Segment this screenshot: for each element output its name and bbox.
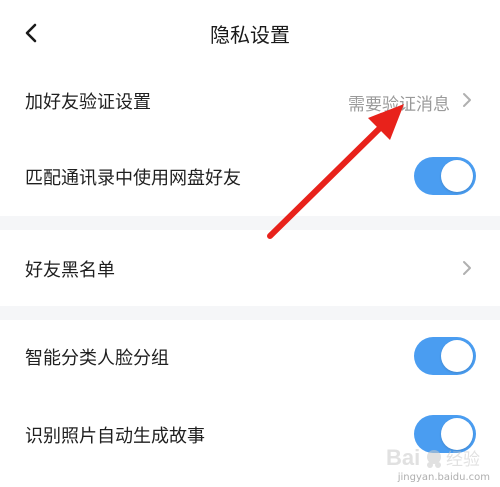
toggle-knob — [441, 160, 473, 192]
blacklist-label: 好友黑名单 — [25, 260, 115, 281]
photo-story-label: 识别照片自动生成故事 — [25, 426, 205, 447]
match-contacts-row: 匹配通讯录中使用网盘好友 — [0, 140, 500, 216]
friend-verify-label: 加好友验证设置 — [25, 92, 151, 113]
section-divider — [0, 306, 500, 320]
chevron-right-icon — [463, 93, 471, 107]
chevron-right-icon — [463, 261, 471, 275]
section-divider — [0, 216, 500, 230]
face-group-toggle[interactable] — [414, 337, 476, 375]
friend-verify-value: 需要验证消息 — [348, 95, 450, 115]
top-bar: 隐私设置 — [0, 0, 500, 62]
svg-text:Bai: Bai — [386, 445, 420, 470]
match-contacts-toggle[interactable] — [414, 157, 476, 195]
svg-text:经验: 经验 — [446, 450, 480, 470]
baidu-watermark-logo: Bai 经验 — [386, 445, 480, 470]
face-group-row: 智能分类人脸分组 — [0, 320, 500, 396]
blacklist-row[interactable]: 好友黑名单 — [0, 230, 500, 306]
match-contacts-label: 匹配通讯录中使用网盘好友 — [25, 168, 241, 189]
page-title: 隐私设置 — [210, 23, 290, 47]
face-group-label: 智能分类人脸分组 — [25, 348, 169, 369]
toggle-knob — [441, 340, 473, 372]
friend-verify-row[interactable]: 加好友验证设置 需要验证消息 — [0, 62, 500, 140]
watermark-url: jingyan.baidu.com — [397, 472, 490, 483]
